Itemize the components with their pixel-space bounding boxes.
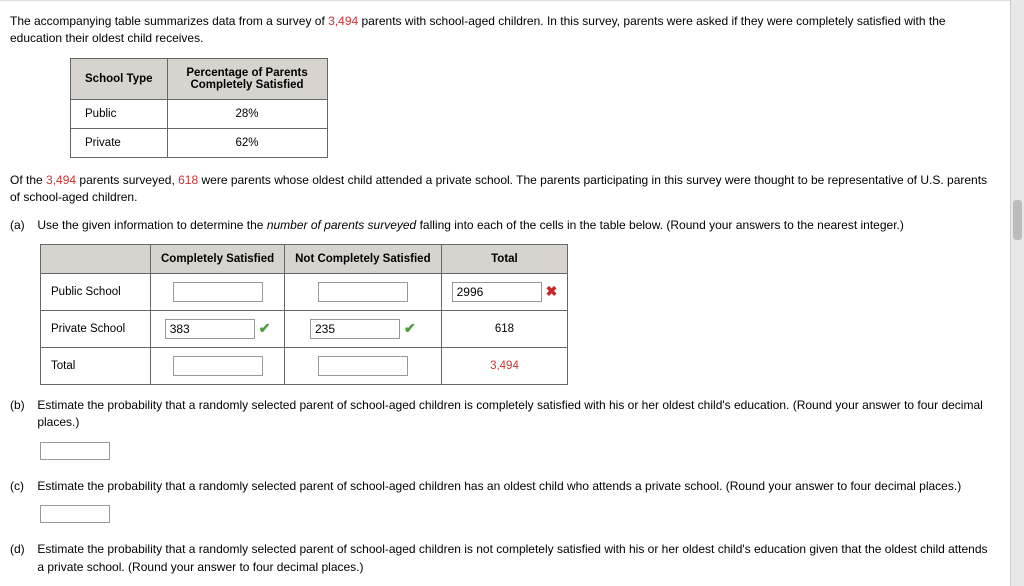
part-letter-c: (c) (10, 478, 34, 495)
table-row: Total 3,494 (41, 347, 568, 384)
intro-paragraph: The accompanying table summarizes data f… (10, 13, 1000, 48)
sat-row-label: Private (71, 128, 168, 157)
satisfaction-table: School Type Percentage of Parents Comple… (70, 58, 328, 158)
part-c-input[interactable] (40, 505, 110, 523)
ct-input-private-ncs[interactable] (310, 319, 400, 339)
ct-header-blank (41, 244, 151, 273)
ct-static-private-total: 618 (495, 323, 514, 335)
ct-input-private-cs[interactable] (165, 319, 255, 339)
sat-row-val: 28% (167, 99, 327, 128)
ct-header-total: Total (441, 244, 568, 273)
vertical-scrollbar[interactable] (1010, 0, 1024, 586)
ct-header-ncs: Not Completely Satisfied (285, 244, 441, 273)
ct-row-total: Total (41, 347, 151, 384)
part-b-prompt: (b) Estimate the probability that a rand… (10, 397, 1000, 432)
ct-input-total-ncs[interactable] (318, 356, 408, 376)
scroll-thumb[interactable] (1013, 200, 1022, 240)
sat-header-pct: Percentage of Parents Completely Satisfi… (167, 58, 327, 99)
ct-input-public-cs[interactable] (173, 282, 263, 302)
ct-row-private: Private School (41, 310, 151, 347)
ct-input-public-ncs[interactable] (318, 282, 408, 302)
ct-header-cs: Completely Satisfied (151, 244, 285, 273)
sat-header-type: School Type (71, 58, 168, 99)
table-row: Private School ✔ ✔ 618 (41, 310, 568, 347)
ct-input-public-total[interactable] (452, 282, 542, 302)
part-b-input[interactable] (40, 442, 110, 460)
ct-static-grand-total: 3,494 (490, 360, 519, 372)
context-paragraph: Of the 3,494 parents surveyed, 618 were … (10, 172, 1000, 207)
check-icon: ✔ (404, 320, 416, 337)
part-a-prompt: (a) Use the given information to determi… (10, 217, 1000, 234)
sat-row-val: 62% (167, 128, 327, 157)
ct-input-total-cs[interactable] (173, 356, 263, 376)
ct-row-public: Public School (41, 273, 151, 310)
intro-num: 3,494 (328, 14, 358, 28)
part-d-prompt: (d) Estimate the probability that a rand… (10, 541, 1000, 576)
contingency-table: Completely Satisfied Not Completely Sati… (40, 244, 568, 385)
part-letter-a: (a) (10, 217, 34, 234)
part-letter-b: (b) (10, 397, 34, 414)
check-icon: ✔ (259, 320, 271, 337)
cross-icon: ✖ (546, 283, 558, 300)
part-c-prompt: (c) Estimate the probability that a rand… (10, 478, 1000, 495)
table-row: Public School ✖ (41, 273, 568, 310)
question-content: The accompanying table summarizes data f… (0, 0, 1010, 586)
intro-text-1: The accompanying table summarizes data f… (10, 14, 328, 28)
sat-row-label: Public (71, 99, 168, 128)
